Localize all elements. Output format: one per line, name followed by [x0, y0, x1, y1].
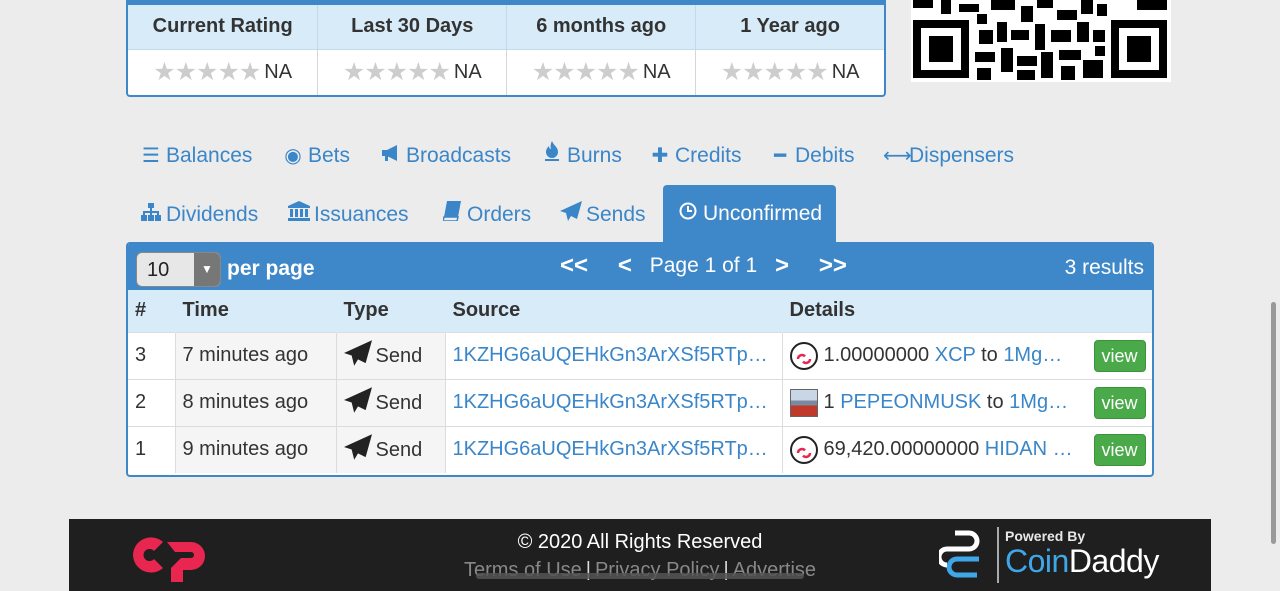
- last-page-button[interactable]: >>: [819, 252, 847, 280]
- tab-orders[interactable]: Orders: [441, 186, 531, 244]
- source-address-link[interactable]: 1KZHG6aUQEHkGn3ArXSf5RTp…: [453, 391, 768, 413]
- coindaddy-wordmark[interactable]: CoinDaddy: [1005, 543, 1159, 580]
- per-page-select[interactable]: 10 ▼: [136, 252, 221, 287]
- clock-icon: [677, 185, 699, 243]
- caret-down-icon: ▼: [194, 253, 220, 286]
- source-address-link[interactable]: 1KZHG6aUQEHkGn3ArXSf5RTp…: [453, 344, 768, 366]
- table-row: 2 8 minutes ago Send 1KZHG6aUQEHkGn3ArXS…: [128, 378, 1152, 426]
- rating-6-months: ★★★★★ NA: [506, 48, 697, 95]
- minus-icon: ━: [773, 145, 787, 167]
- tab-balances[interactable]: ☰ Balances: [140, 127, 252, 185]
- megaphone-icon: [380, 127, 402, 185]
- unconfirmed-table: # Time Type Source Details 3 7 minutes a…: [128, 290, 1152, 473]
- star-rating-icon: ★★★★★: [720, 58, 829, 87]
- tab-burns[interactable]: Burns: [541, 127, 622, 185]
- asset-link[interactable]: XCP: [935, 344, 976, 366]
- panel-toolbar: 10 ▼ per page << < Page 1 of 1 > >> 3 re…: [128, 244, 1152, 290]
- rating-header-6-months: 6 months ago: [506, 5, 697, 49]
- row-number: 3: [128, 331, 176, 379]
- row-details: 1 PEPEONMUSK to 1Mg… view: [782, 378, 1152, 426]
- row-time: 8 minutes ago: [175, 378, 337, 426]
- tab-credits[interactable]: ✚ Credits: [649, 127, 742, 185]
- powered-by-label: Powered By: [1005, 528, 1086, 544]
- fire-icon: [541, 127, 563, 185]
- paper-plane-icon: [560, 186, 582, 244]
- first-page-button[interactable]: <<: [560, 252, 588, 280]
- column-header-source[interactable]: Source: [445, 290, 783, 332]
- destination-link[interactable]: 1Mg…: [1009, 391, 1068, 413]
- tab-debits[interactable]: ━ Debits: [769, 127, 855, 185]
- qr-code: [911, 0, 1171, 82]
- column-header-type[interactable]: Type: [336, 290, 446, 332]
- column-header-number[interactable]: #: [128, 290, 176, 332]
- sitemap-icon: [140, 186, 162, 244]
- site-footer: © 2020 All Rights Reserved Terms of Use |…: [69, 519, 1211, 591]
- per-page-label: per page: [227, 257, 315, 280]
- view-button[interactable]: view: [1093, 386, 1146, 419]
- tab-bets[interactable]: ◉ Bets: [282, 127, 350, 185]
- row-type: Send: [336, 331, 446, 379]
- coindaddy-logo-icon[interactable]: [936, 527, 993, 586]
- row-time: 9 minutes ago: [175, 425, 337, 473]
- prev-page-button[interactable]: <: [618, 252, 632, 280]
- counterparty-icon: [789, 341, 818, 370]
- row-details: 1.00000000 XCP to 1Mg… view: [782, 331, 1152, 379]
- tab-dividends[interactable]: Dividends: [140, 186, 258, 244]
- row-number: 2: [128, 378, 176, 426]
- home-indicator[interactable]: [476, 573, 804, 579]
- source-address-link[interactable]: 1KZHG6aUQEHkGn3ArXSf5RTp…: [453, 438, 768, 460]
- row-type: Send: [336, 378, 446, 426]
- view-button[interactable]: view: [1093, 433, 1146, 466]
- asset-link[interactable]: HIDAN …: [985, 438, 1073, 460]
- rating-header-30-days: Last 30 Days: [317, 5, 508, 49]
- row-number: 1: [128, 425, 176, 473]
- table-row: 3 7 minutes ago Send 1KZHG6aUQEHkGn3ArXS…: [128, 331, 1152, 379]
- row-details: 69,420.00000000 HIDAN … view: [782, 425, 1152, 473]
- bank-icon: [288, 186, 310, 244]
- rating-header-current: Current Rating: [128, 5, 319, 49]
- row-source[interactable]: 1KZHG6aUQEHkGn3ArXSf5RTp…: [445, 425, 783, 473]
- rating-header-1-year: 1 Year ago: [695, 5, 884, 49]
- table-row: 1 9 minutes ago Send 1KZHG6aUQEHkGn3ArXS…: [128, 425, 1152, 473]
- rating-current: ★★★★★ NA: [128, 48, 319, 95]
- results-count: 3 results: [1064, 256, 1144, 279]
- column-header-time[interactable]: Time: [175, 290, 337, 332]
- unconfirmed-panel: 10 ▼ per page << < Page 1 of 1 > >> 3 re…: [126, 242, 1154, 477]
- star-rating-icon: ★★★★★: [531, 58, 640, 87]
- plus-icon: ✚: [651, 145, 669, 167]
- tab-broadcasts[interactable]: Broadcasts: [380, 127, 511, 185]
- star-rating-icon: ★★★★★: [153, 58, 261, 87]
- paper-plane-icon: [343, 386, 372, 419]
- asset-link[interactable]: PEPEONMUSK: [840, 391, 981, 413]
- paper-plane-icon: [343, 434, 372, 466]
- asset-thumbnail: [789, 388, 818, 417]
- row-time: 7 minutes ago: [175, 331, 337, 379]
- row-source[interactable]: 1KZHG6aUQEHkGn3ArXSf5RTp…: [445, 331, 783, 379]
- list-icon: ☰: [142, 145, 160, 167]
- counterparty-icon: [789, 435, 818, 464]
- rating-30-days: ★★★★★ NA: [317, 48, 508, 95]
- rating-table: Current Rating Last 30 Days 6 months ago…: [126, 0, 886, 97]
- scrollbar[interactable]: [1271, 302, 1276, 544]
- view-button[interactable]: view: [1093, 339, 1146, 372]
- row-source[interactable]: 1KZHG6aUQEHkGn3ArXSf5RTp…: [445, 378, 783, 426]
- page-indicator: Page 1 of 1: [649, 254, 758, 277]
- paper-plane-icon: [343, 339, 372, 372]
- tab-sends[interactable]: Sends: [560, 186, 646, 244]
- column-header-details[interactable]: Details: [782, 290, 1152, 332]
- tab-dispensers[interactable]: ⟷Dispensers: [883, 127, 1014, 185]
- book-icon: [441, 186, 463, 244]
- pagination: << < Page 1 of 1 > >>: [548, 252, 859, 280]
- target-icon: ◉: [284, 145, 302, 167]
- destination-link[interactable]: 1Mg…: [1003, 344, 1062, 366]
- next-page-button[interactable]: >: [775, 252, 789, 280]
- arrows-horizontal-icon: ⟷: [883, 145, 912, 167]
- tab-issuances[interactable]: Issuances: [288, 186, 409, 244]
- divider: [997, 527, 999, 583]
- tab-unconfirmed[interactable]: Unconfirmed: [663, 185, 837, 245]
- row-type: Send: [336, 425, 446, 473]
- rating-1-year: ★★★★★ NA: [695, 48, 884, 95]
- star-rating-icon: ★★★★★: [342, 58, 451, 87]
